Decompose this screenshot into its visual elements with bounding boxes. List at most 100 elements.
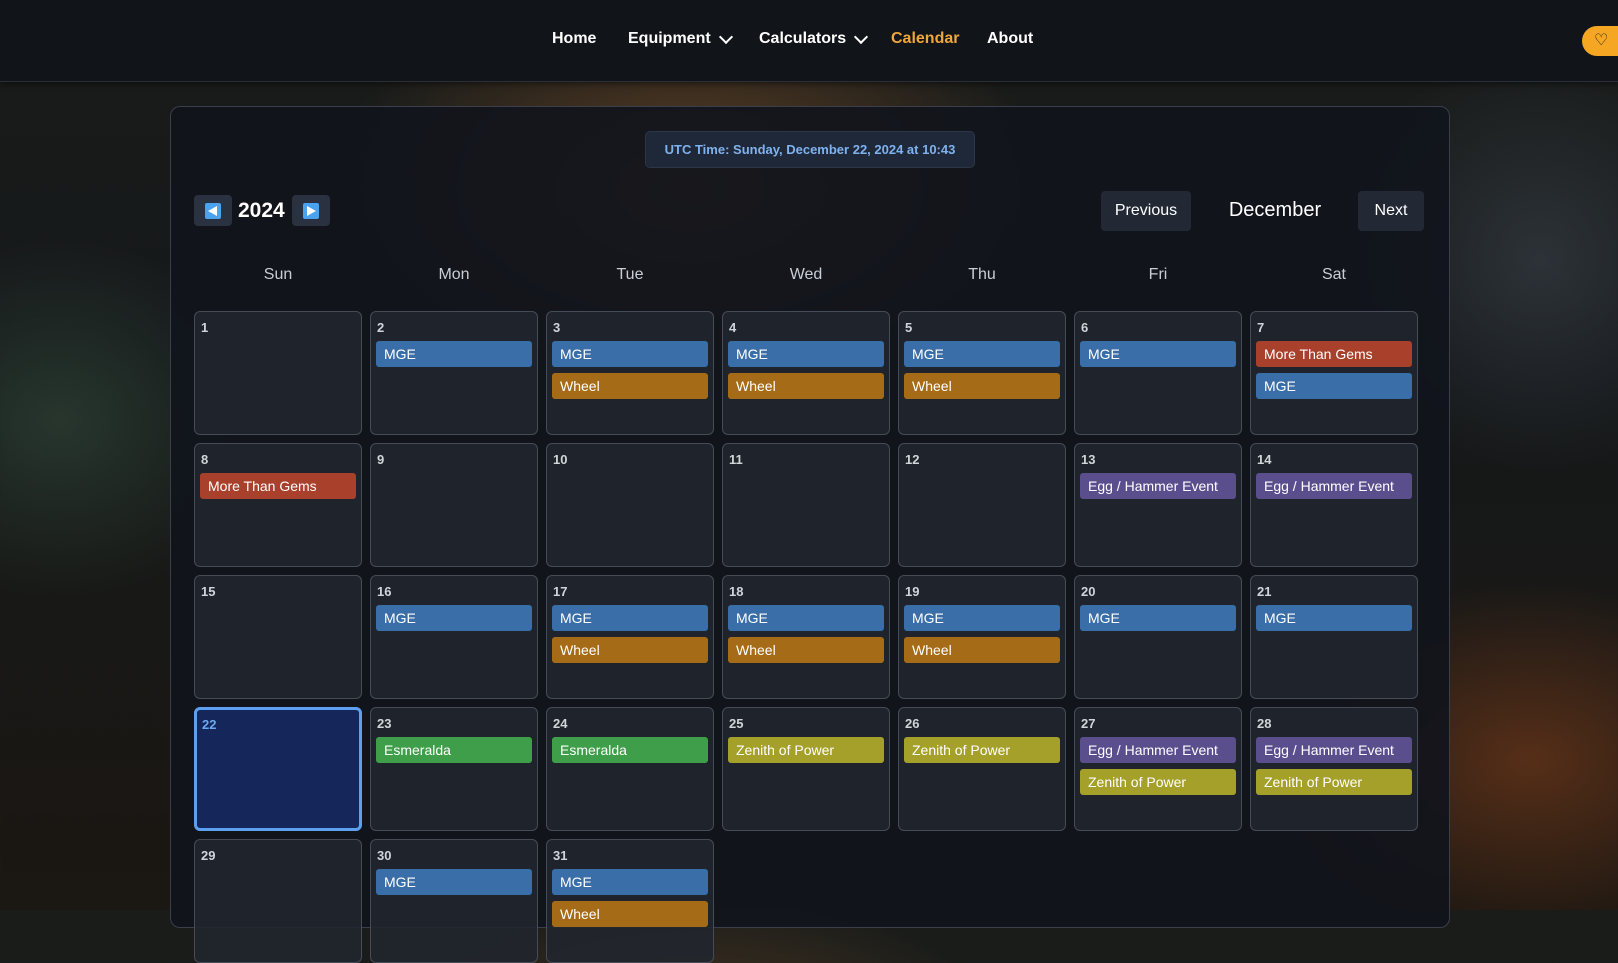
day-cell[interactable]: 11 bbox=[722, 443, 890, 567]
day-cell[interactable]: 18 MGE Wheel bbox=[722, 575, 890, 699]
event-chip[interactable]: Zenith of Power bbox=[1256, 769, 1412, 795]
weekday-sat: Sat bbox=[1321, 266, 1346, 283]
day-number: 19 bbox=[905, 584, 920, 599]
day-cell[interactable]: 29 bbox=[194, 839, 362, 963]
day-number: 5 bbox=[905, 320, 913, 335]
event-chip[interactable]: MGE bbox=[1256, 373, 1412, 399]
day-number: 2 bbox=[377, 320, 385, 335]
nav-links: Home Equipment Calculators Calendar Abou… bbox=[0, 0, 1618, 81]
day-cell[interactable]: 23 Esmeralda bbox=[370, 707, 538, 831]
day-number: 14 bbox=[1257, 452, 1272, 467]
event-chip[interactable]: Wheel bbox=[552, 901, 708, 927]
event-chip[interactable]: MGE bbox=[1080, 605, 1236, 631]
day-cell[interactable]: 7 More Than Gems MGE bbox=[1250, 311, 1418, 435]
event-chip[interactable]: Egg / Hammer Event bbox=[1080, 737, 1236, 763]
day-cell[interactable]: 16 MGE bbox=[370, 575, 538, 699]
event-chip[interactable]: Zenith of Power bbox=[904, 737, 1060, 763]
nav-calendar[interactable]: Calendar bbox=[891, 30, 959, 48]
day-cell[interactable]: 1 bbox=[194, 311, 362, 435]
day-cell[interactable]: 4 MGE Wheel bbox=[722, 311, 890, 435]
event-chip[interactable]: MGE bbox=[376, 869, 532, 895]
day-number: 22 bbox=[202, 717, 217, 732]
event-chip[interactable]: MGE bbox=[1080, 341, 1236, 367]
event-chip[interactable]: Zenith of Power bbox=[1080, 769, 1236, 795]
day-cell[interactable]: 24 Esmeralda bbox=[546, 707, 714, 831]
weekday-tue: Tue bbox=[616, 266, 644, 283]
nav-calculators[interactable]: Calculators bbox=[759, 29, 869, 48]
nav-equipment[interactable]: Equipment bbox=[628, 29, 733, 48]
day-cell[interactable]: 12 bbox=[898, 443, 1066, 567]
chevron-down-icon bbox=[718, 29, 733, 44]
day-cell[interactable]: 25 Zenith of Power bbox=[722, 707, 890, 831]
next-year-button[interactable] bbox=[292, 195, 330, 226]
event-chip[interactable]: MGE bbox=[904, 605, 1060, 631]
event-chip[interactable]: MGE bbox=[552, 341, 708, 367]
event-chip[interactable]: MGE bbox=[552, 605, 708, 631]
event-chip[interactable]: Egg / Hammer Event bbox=[1080, 473, 1236, 499]
event-chip[interactable]: MGE bbox=[552, 869, 708, 895]
day-cell[interactable]: 27 Egg / Hammer Event Zenith of Power bbox=[1074, 707, 1242, 831]
day-number: 15 bbox=[201, 584, 216, 599]
year-label: 2024 bbox=[238, 199, 285, 222]
nav-home[interactable]: Home bbox=[552, 30, 596, 48]
day-number: 18 bbox=[729, 584, 744, 599]
day-number: 12 bbox=[905, 452, 920, 467]
top-navbar: Home Equipment Calculators Calendar Abou… bbox=[0, 0, 1618, 82]
day-cell[interactable]: 3 MGE Wheel bbox=[546, 311, 714, 435]
support-button[interactable]: ♡ bbox=[1582, 26, 1618, 56]
day-cell-today[interactable]: 22 bbox=[194, 707, 362, 831]
day-cell[interactable]: 28 Egg / Hammer Event Zenith of Power bbox=[1250, 707, 1418, 831]
next-month-button[interactable]: Next bbox=[1358, 191, 1424, 231]
event-chip[interactable]: Esmeralda bbox=[376, 737, 532, 763]
prev-year-button[interactable] bbox=[194, 195, 232, 226]
day-cell[interactable]: 19 MGE Wheel bbox=[898, 575, 1066, 699]
day-cell[interactable]: 30 MGE bbox=[370, 839, 538, 963]
day-cell[interactable]: 17 MGE Wheel bbox=[546, 575, 714, 699]
day-number: 16 bbox=[377, 584, 392, 599]
arrow-right-icon bbox=[303, 202, 319, 219]
event-chip[interactable]: Wheel bbox=[728, 637, 884, 663]
event-chip[interactable]: Wheel bbox=[904, 373, 1060, 399]
day-cell[interactable]: 8 More Than Gems bbox=[194, 443, 362, 567]
weekday-wed: Wed bbox=[789, 266, 823, 283]
event-chip[interactable]: MGE bbox=[728, 341, 884, 367]
day-cell[interactable]: 6 MGE bbox=[1074, 311, 1242, 435]
event-chip[interactable]: MGE bbox=[376, 605, 532, 631]
day-number: 29 bbox=[201, 848, 216, 863]
event-chip[interactable]: Esmeralda bbox=[552, 737, 708, 763]
day-cell[interactable]: 10 bbox=[546, 443, 714, 567]
day-cell[interactable]: 21 MGE bbox=[1250, 575, 1418, 699]
event-chip[interactable]: Wheel bbox=[552, 373, 708, 399]
event-chip[interactable]: Egg / Hammer Event bbox=[1256, 737, 1412, 763]
event-chip[interactable]: Zenith of Power bbox=[728, 737, 884, 763]
day-number: 23 bbox=[377, 716, 392, 731]
event-chip[interactable]: Egg / Hammer Event bbox=[1256, 473, 1412, 499]
day-number: 1 bbox=[201, 320, 209, 335]
day-number: 24 bbox=[553, 716, 568, 731]
day-cell[interactable]: 13 Egg / Hammer Event bbox=[1074, 443, 1242, 567]
event-chip[interactable]: Wheel bbox=[552, 637, 708, 663]
day-cell[interactable]: 5 MGE Wheel bbox=[898, 311, 1066, 435]
event-chip[interactable]: More Than Gems bbox=[1256, 341, 1412, 367]
previous-month-button[interactable]: Previous bbox=[1101, 191, 1191, 231]
event-chip[interactable]: MGE bbox=[1256, 605, 1412, 631]
day-cell[interactable]: 26 Zenith of Power bbox=[898, 707, 1066, 831]
day-cell[interactable]: 20 MGE bbox=[1074, 575, 1242, 699]
event-chip[interactable]: Wheel bbox=[728, 373, 884, 399]
event-chip[interactable]: MGE bbox=[904, 341, 1060, 367]
day-cell[interactable]: 9 bbox=[370, 443, 538, 567]
day-cell[interactable]: 15 bbox=[194, 575, 362, 699]
event-chip[interactable]: MGE bbox=[376, 341, 532, 367]
event-chip[interactable]: MGE bbox=[728, 605, 884, 631]
day-number: 21 bbox=[1257, 584, 1272, 599]
weekday-sun: Sun bbox=[263, 266, 293, 283]
nav-about[interactable]: About bbox=[987, 30, 1033, 48]
day-number: 6 bbox=[1081, 320, 1089, 335]
day-number: 27 bbox=[1081, 716, 1096, 731]
day-cell[interactable]: 31 MGE Wheel bbox=[546, 839, 714, 963]
event-chip[interactable]: More Than Gems bbox=[200, 473, 356, 499]
event-chip[interactable]: Wheel bbox=[904, 637, 1060, 663]
day-cell[interactable]: 14 Egg / Hammer Event bbox=[1250, 443, 1418, 567]
day-cell[interactable]: 2 MGE bbox=[370, 311, 538, 435]
day-number: 11 bbox=[729, 452, 743, 467]
